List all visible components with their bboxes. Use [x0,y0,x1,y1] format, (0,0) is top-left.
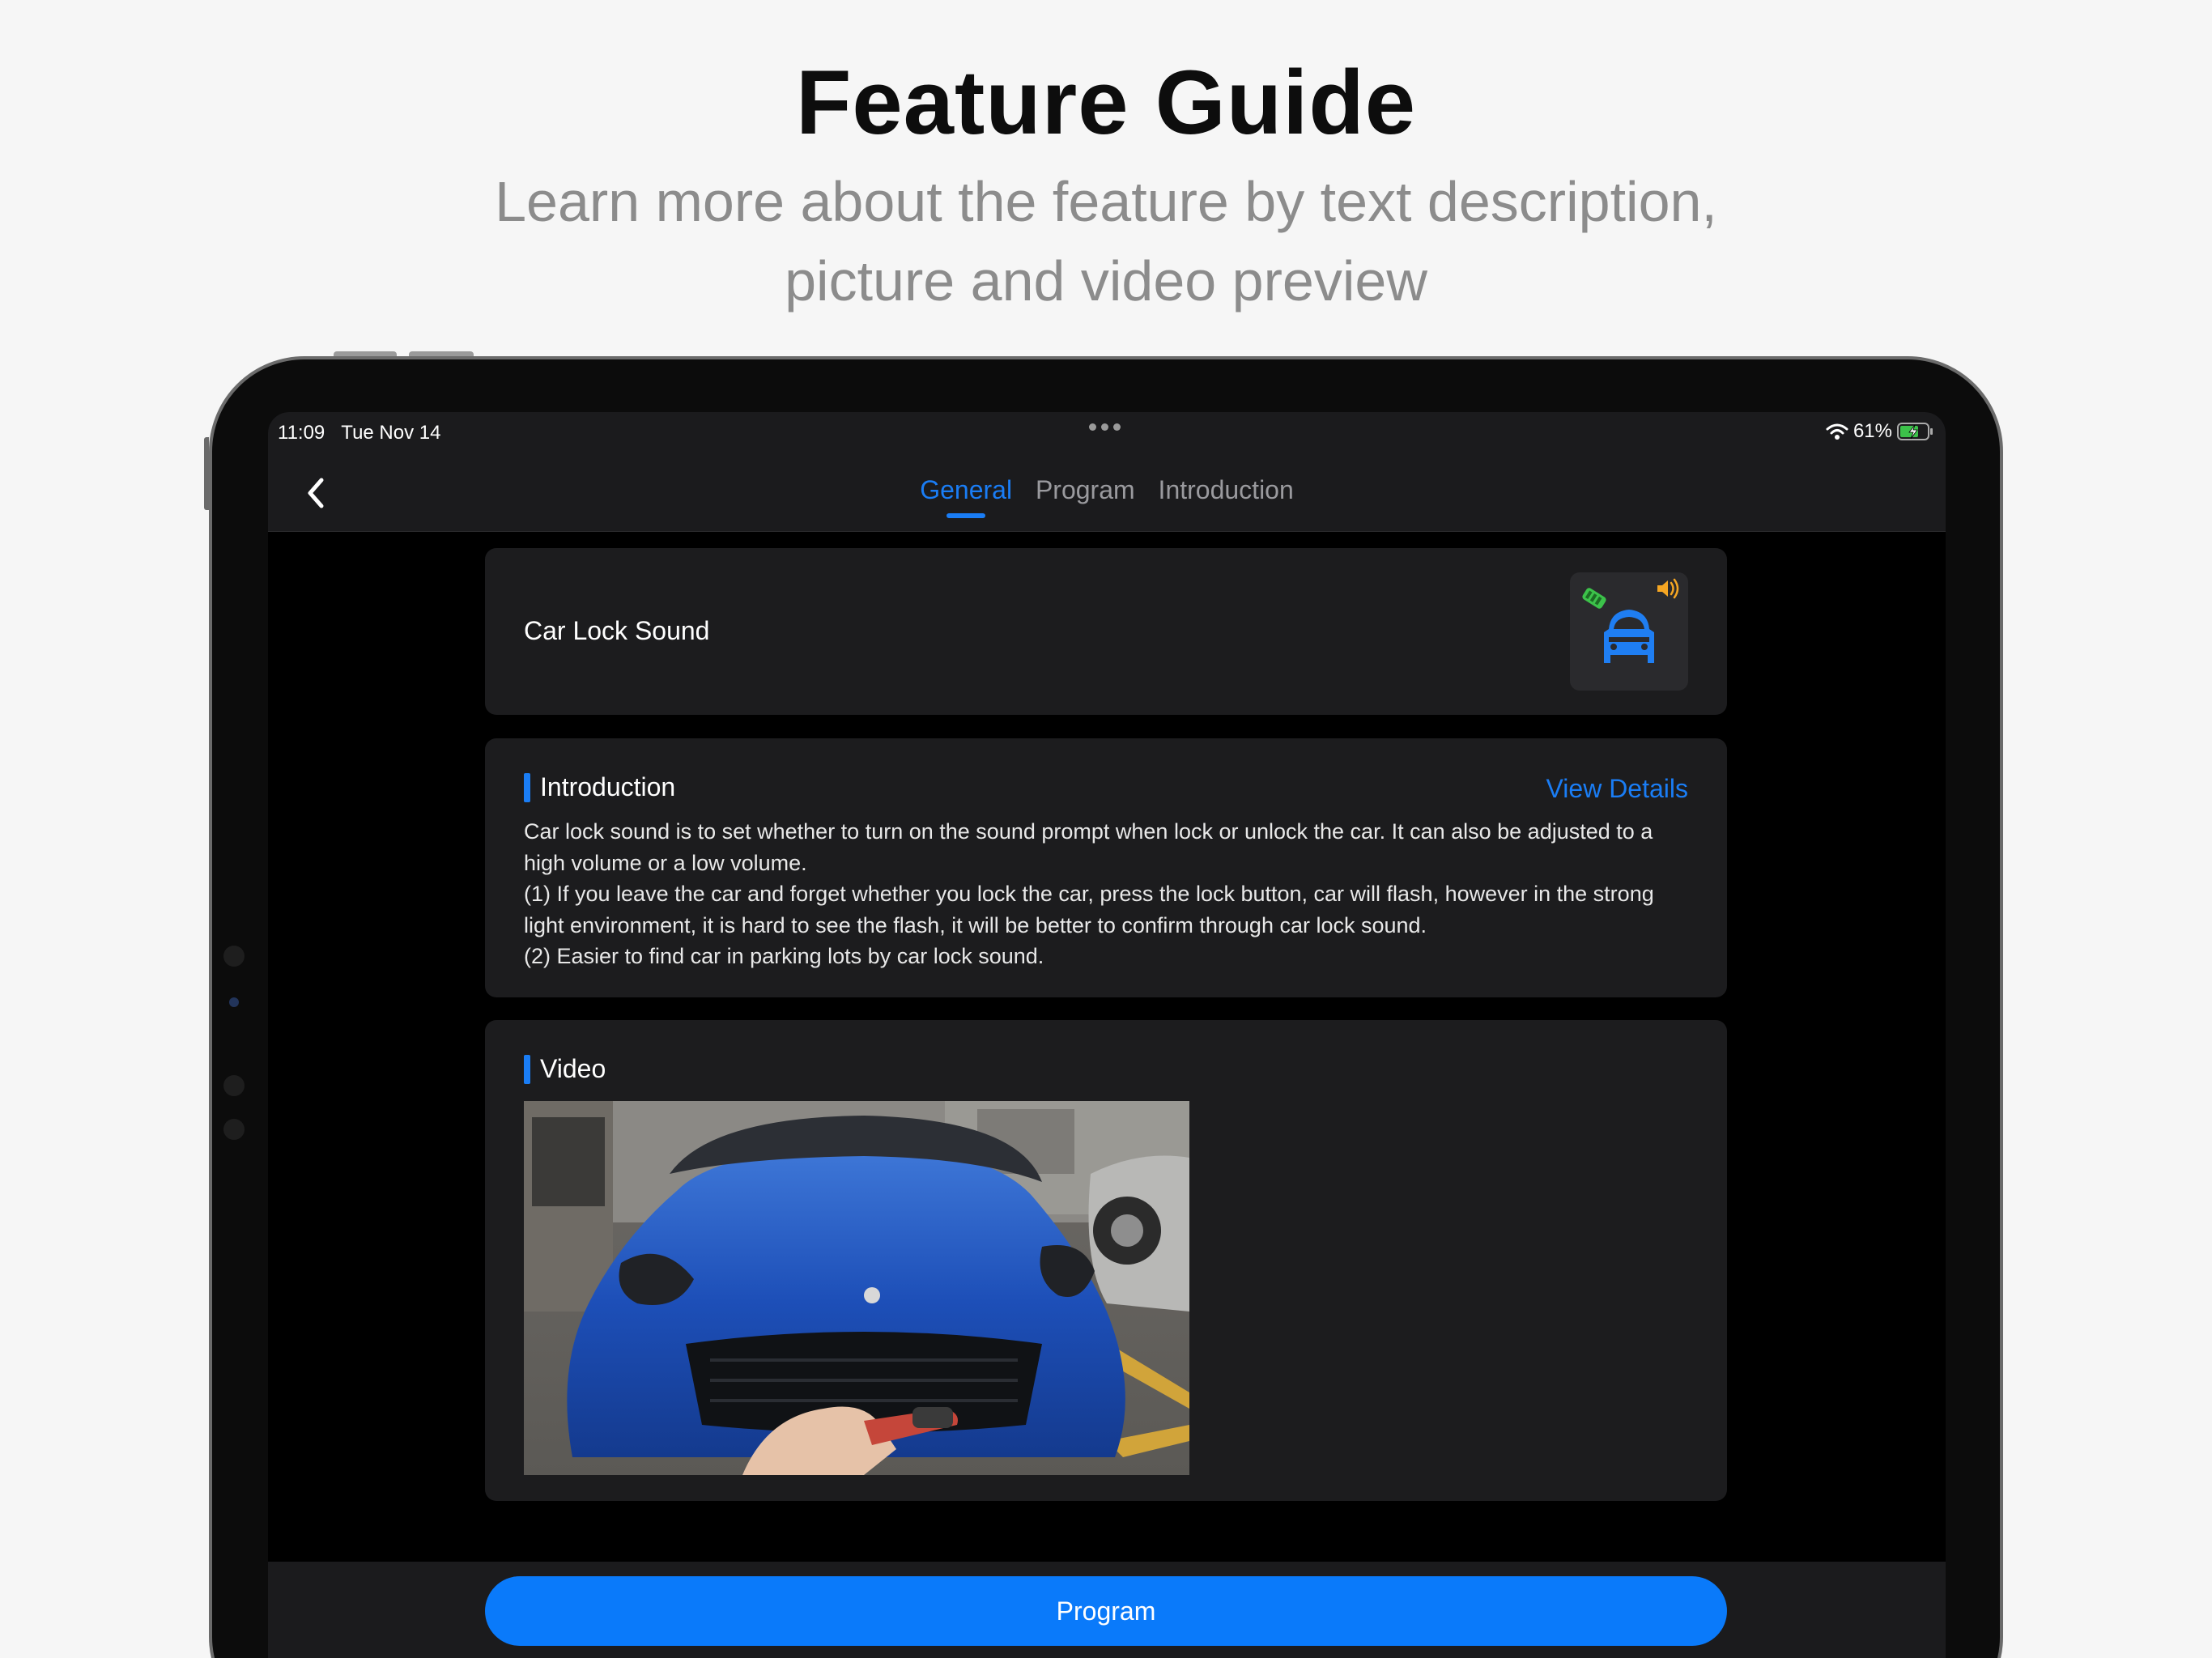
video-title: Video [540,1054,606,1083]
multitasking-dots[interactable] [1089,423,1121,431]
status-time: 11:09 Tue Nov 14 [278,422,441,444]
bottom-action-bar: Program [268,1562,1946,1658]
battery-percent: 61% [1853,420,1892,442]
video-header: Video [524,1054,606,1084]
description-paragraph: Car lock sound is to set whether to turn… [524,819,1653,875]
feature-card: Car Lock Sound [485,548,1727,715]
section-accent-bar [524,1054,530,1084]
status-bar: 11:09 Tue Nov 14 61% [268,412,1946,453]
wifi-icon [1826,423,1848,440]
description-paragraph: (2) Easier to find car in parking lots b… [524,944,1044,968]
car-lock-sound-icon [1582,578,1679,663]
video-card: Video [485,1020,1727,1501]
tab-general[interactable]: General [920,475,1012,518]
hero-subtitle-line2: picture and video preview [785,249,1427,312]
status-indicators: 61% [1826,420,1934,443]
tab-program[interactable]: Program [1036,475,1135,505]
introduction-title: Introduction [540,772,676,801]
hero-subtitle-line1: Learn more about the feature by text des… [495,170,1717,233]
tab-bar: General Program Introduction [268,475,1946,518]
description-paragraph: (1) If you leave the car and forget whet… [524,882,1654,937]
feature-thumbnail [1570,572,1688,691]
device-sensor [229,997,239,1007]
device-camera [223,946,245,967]
section-accent-bar [524,772,530,802]
nav-bar: General Program Introduction [268,453,1946,532]
device-camera [223,1075,245,1096]
video-thumbnail-car-image [524,1101,1189,1475]
view-details-link[interactable]: View Details [1546,774,1688,804]
app-screen: 11:09 Tue Nov 14 61% General Program Int… [268,412,1946,1658]
introduction-header: Introduction [524,772,675,802]
introduction-description: Car lock sound is to set whether to turn… [524,816,1690,972]
device-camera [223,1119,245,1140]
tab-introduction[interactable]: Introduction [1159,475,1294,505]
speaker-icon [1657,578,1679,599]
hero-title: Feature Guide [795,52,1417,153]
hero-subtitle: Learn more about the feature by text des… [0,162,2212,321]
battery-charging-icon [1897,423,1933,440]
introduction-card: Introduction View Details Car lock sound… [485,738,1727,997]
program-button[interactable]: Program [485,1576,1727,1646]
video-preview[interactable] [524,1101,1189,1475]
feature-title: Car Lock Sound [524,616,710,645]
